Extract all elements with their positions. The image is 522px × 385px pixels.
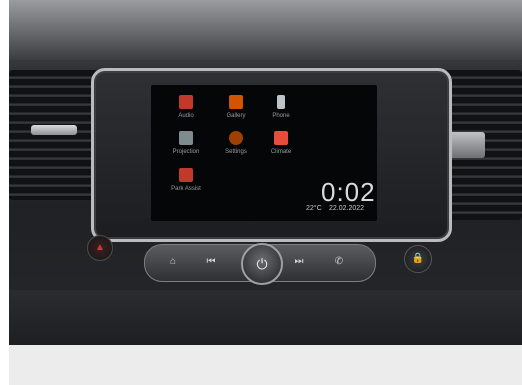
phone-icon: ✆: [334, 256, 344, 267]
projection-icon: [179, 131, 193, 145]
lower-dash-trim: [9, 290, 522, 345]
hazard-icon: ▲: [95, 242, 105, 253]
lock-icon: 🔒: [411, 253, 425, 264]
app-label: Phone: [272, 113, 290, 119]
previous-track-button[interactable]: ⏮: [199, 252, 223, 272]
park-assist-icon: [179, 168, 193, 182]
app-phone[interactable]: Phone: [251, 95, 311, 119]
audio-icon: [179, 95, 193, 109]
climate-icon: [274, 131, 288, 145]
bottom-band: [9, 345, 522, 385]
left-vent-knob: [31, 125, 77, 135]
settings-icon: [229, 131, 243, 145]
temperature-readout: 22°C: [306, 205, 322, 212]
app-label: Park Assist: [171, 186, 201, 192]
next-track-icon: ⏭: [294, 256, 304, 267]
call-button[interactable]: ✆: [327, 252, 351, 272]
dashboard-photo: Audio Gallery Phone Projection Settings …: [9, 0, 522, 345]
app-park-assist[interactable]: Park Assist: [156, 168, 216, 192]
left-air-vent: [9, 70, 99, 200]
app-label: Climate: [270, 149, 292, 155]
infotainment-screen: Audio Gallery Phone Projection Settings …: [151, 85, 377, 221]
power-volume-knob[interactable]: ⏻: [241, 243, 283, 285]
app-climate[interactable]: Climate: [251, 131, 311, 155]
previous-track-icon: ⏮: [206, 256, 216, 267]
hazard-button[interactable]: ▲: [87, 235, 113, 261]
clock-display: 0:02: [321, 177, 376, 207]
date-readout: 22.02.2022: [329, 205, 365, 212]
next-track-button[interactable]: ⏭: [287, 252, 311, 272]
home-icon: ⌂: [169, 256, 177, 267]
power-icon: ⏻: [256, 256, 268, 272]
lock-button[interactable]: 🔒: [404, 245, 432, 273]
gallery-icon: [229, 95, 243, 109]
dashboard-top: [9, 0, 522, 60]
home-button[interactable]: ⌂: [161, 252, 185, 272]
phone-icon: [277, 95, 285, 109]
